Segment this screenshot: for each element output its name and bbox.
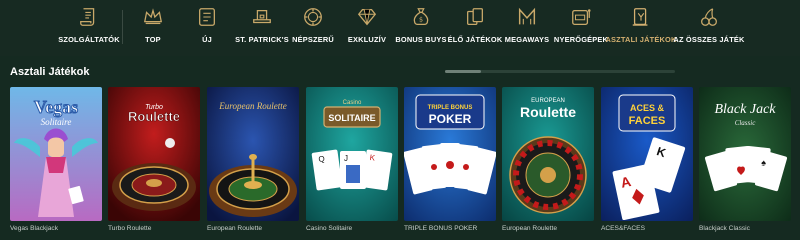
nav-item-megaways[interactable]: MEGAWAYS [504,6,550,52]
game-name: TRIPLE BONUS POKER [404,225,478,232]
nav-item-top[interactable]: TOP [138,6,168,52]
game-card-blackjack-classic[interactable]: ♠ Black Jack Classic Blackjack Classic [699,87,791,232]
nav-item-bonus-buys[interactable]: $ BONUS BUYS [395,6,447,52]
game-name: Turbo Roulette [108,225,152,232]
nav-item-new[interactable]: ÚJ [196,6,218,52]
svg-text:Roulette: Roulette [520,104,576,120]
cherries-icon [698,6,720,28]
game-thumbnail: K A ACES & FACES [601,87,693,221]
table-games-icon [630,6,652,28]
nav-label: ST. PATRICK'S [235,35,289,44]
money-bag-icon: $ [410,6,432,28]
game-card-turbo-roulette[interactable]: Turbo Roulette Turbo Roulette [108,87,200,232]
svg-text:FACES: FACES [629,115,666,127]
nav-label: BONUS BUYS [395,35,447,44]
horizontal-scrollbar[interactable] [445,70,675,73]
svg-text:Vegas: Vegas [34,97,78,117]
nav-item-table-games[interactable]: ASZTALI JÁTÉKOK [605,6,676,52]
game-name: Blackjack Classic [699,225,750,232]
game-card-european-roulette[interactable]: European Roulette European Roulette [207,87,299,232]
game-art-title: Casino SOLITAIRE [328,100,375,123]
svg-text:Solitaire: Solitaire [41,117,72,127]
nav-label: NÉPSZERŰ [292,35,334,44]
game-art-title: European Roulette [218,101,286,111]
svg-text:$: $ [419,16,423,24]
nav-label: SZOLGÁLTATÓK [58,35,120,44]
nav-label: ÚJ [202,35,212,44]
section-title: Asztali Játékok [10,66,90,78]
nav-item-popular[interactable]: NÉPSZERŰ [292,6,334,52]
nav-item-st-patricks[interactable]: ST. PATRICK'S [235,6,289,52]
nav-item-providers[interactable]: SZOLGÁLTATÓK [58,6,120,52]
diamond-icon [356,6,378,28]
nav-label: ASZTALI JÁTÉKOK [605,35,677,44]
live-cards-icon [464,6,486,28]
game-card-triple-bonus-poker[interactable]: TRIPLE BONUS POKER TRIPLE BONUS POKER [404,87,496,232]
game-name: European Roulette [502,225,557,232]
megaways-icon [516,6,538,28]
nav-divider [122,10,123,44]
nav-label: EXKLUZÍV [347,35,387,44]
game-thumbnail: ♠ Black Jack Classic [699,87,791,221]
game-thumbnail: European Roulette [207,87,299,221]
nav-label: NYERŐGÉPEK [553,35,609,44]
nav-label: TOP [145,35,161,44]
game-art-title: ACES & FACES [629,103,666,127]
game-thumbnail: EUROPEAN Roulette [502,87,594,221]
svg-text:TRIPLE BONUS: TRIPLE BONUS [428,105,473,111]
svg-text:Casino: Casino [343,100,362,106]
game-card-casino-solitaire[interactable]: Q J K Casino SOLITAIRE Casino Solitaire [306,87,398,232]
svg-text:SOLITAIRE: SOLITAIRE [328,113,375,123]
scrollbar-thumb[interactable] [445,70,481,73]
new-badge-icon [196,6,218,28]
nav-item-slots[interactable]: NYERŐGÉPEK [553,6,609,52]
game-thumbnail: Q J K Casino SOLITAIRE [306,87,398,221]
game-card-aces-faces[interactable]: K A ACES & FACES ACES&FACES [601,87,693,232]
game-art-title: Black Jack Classic [714,102,776,127]
crown-icon [142,6,164,28]
scroll-icon [78,6,100,28]
nav-item-all-games[interactable]: AZ ÖSSZES JÁTÉK [673,6,744,52]
game-card-vegas-blackjack[interactable]: Vegas Solitaire Vegas Blackjack [10,87,102,232]
svg-text:European Roulette: European Roulette [218,101,286,111]
slot-machine-icon [570,6,592,28]
svg-text:Classic: Classic [735,119,757,127]
nav-label: AZ ÖSSZES JÁTÉK [673,35,745,44]
nav-item-exclusive[interactable]: EXKLUZÍV [348,6,386,52]
game-thumbnail: TRIPLE BONUS POKER [404,87,496,221]
nav-label: ÉLŐ JÁTÉKOK [447,35,503,44]
game-name: Casino Solitaire [306,225,353,232]
nav-item-live-games[interactable]: ÉLŐ JÁTÉKOK [448,6,502,52]
game-name: European Roulette [207,225,262,232]
game-thumbnail: Vegas Solitaire [10,87,102,221]
game-art-title: TRIPLE BONUS POKER [428,105,473,126]
category-navbar: SZOLGÁLTATÓK TOP ÚJ ST. PATRICK'S NÉPSZE… [0,0,800,56]
svg-text:ACES &: ACES & [630,103,665,113]
game-thumbnail: Turbo Roulette [108,87,200,221]
svg-text:Black Jack: Black Jack [714,102,776,117]
nav-label: MEGAWAYS [504,35,550,44]
game-name: ACES&FACES [601,225,645,232]
game-card-european-roulette-2[interactable]: EUROPEAN Roulette European Roulette [502,87,594,232]
game-art-title: Vegas Solitaire [33,97,78,128]
svg-text:POKER: POKER [429,112,472,126]
game-art-title: EUROPEAN Roulette [520,98,576,120]
game-art-title: Turbo Roulette [128,104,181,124]
game-name: Vegas Blackjack [10,225,59,232]
svg-text:Roulette: Roulette [128,109,180,124]
leprechaun-hat-icon [251,6,273,28]
chip-icon [302,6,324,28]
